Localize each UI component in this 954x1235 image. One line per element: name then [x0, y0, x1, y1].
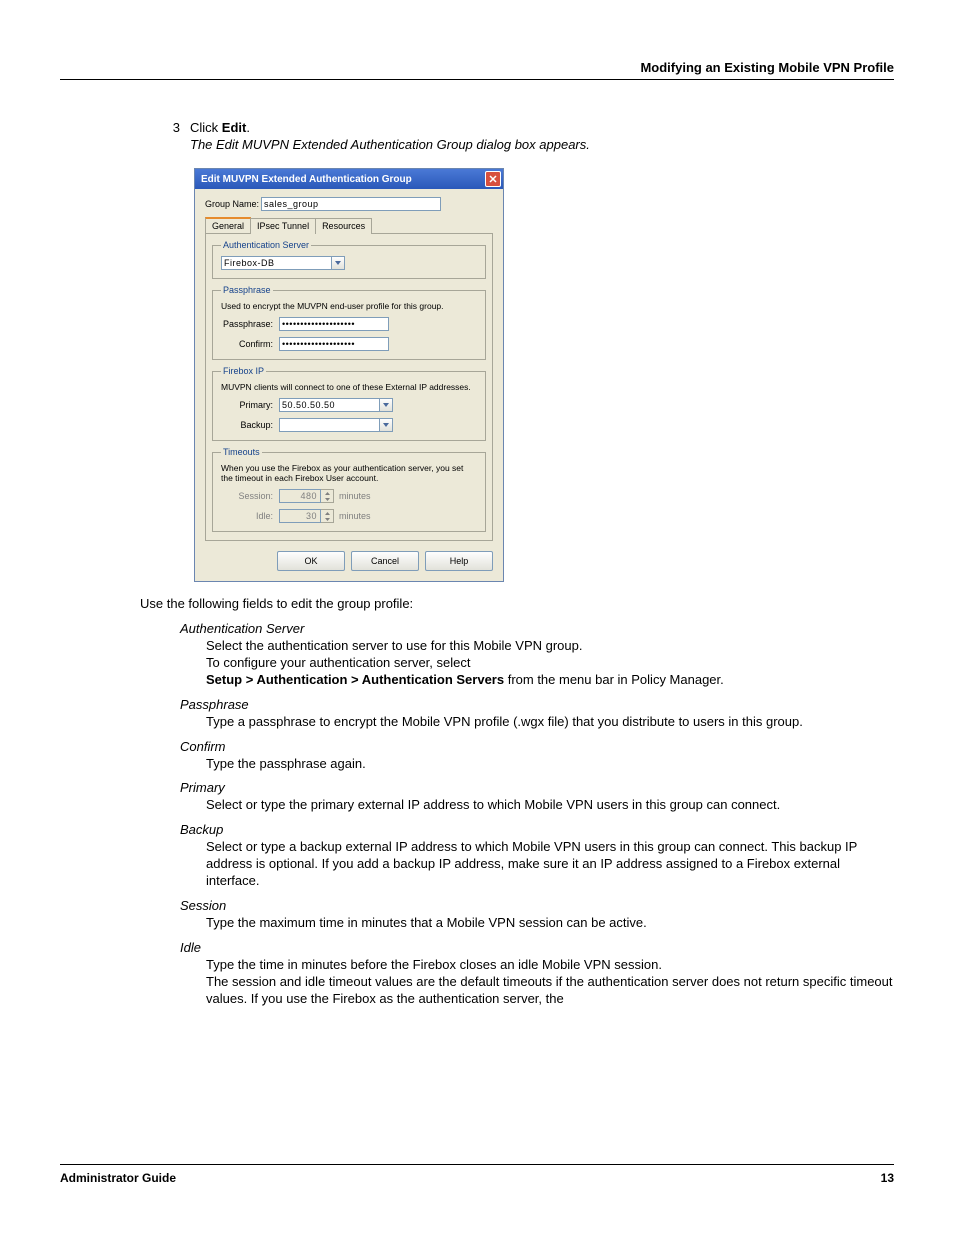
step-block: 3 Click Edit. The Edit MUVPN Extended Au…	[160, 120, 894, 152]
idle-line1: Type the time in minutes before the Fire…	[206, 957, 894, 974]
idle-label: Idle:	[221, 511, 279, 521]
body-auth-server: Select the authentication server to use …	[206, 638, 894, 689]
confirm-label: Confirm:	[221, 339, 279, 349]
cancel-button[interactable]: Cancel	[351, 551, 419, 571]
confirm-input[interactable]: ••••••••••••••••••••	[279, 337, 389, 351]
auth-server-value[interactable]: Firebox-DB	[221, 256, 331, 270]
footer-rule	[60, 1164, 894, 1165]
tab-resources[interactable]: Resources	[315, 218, 372, 234]
chevron-down-icon	[321, 496, 333, 502]
page-footer: Administrator Guide 13	[60, 1164, 894, 1185]
spinner-buttons	[321, 509, 334, 523]
session-unit: minutes	[339, 491, 371, 501]
footer-guide: Administrator Guide	[60, 1171, 176, 1185]
auth-line2: To configure your authentication server,…	[206, 655, 894, 672]
step-number: 3	[160, 120, 180, 135]
step-bold: Edit	[222, 120, 247, 135]
term-primary: Primary	[180, 780, 894, 795]
chevron-down-icon[interactable]	[379, 398, 393, 412]
session-spinner: 480	[279, 489, 334, 503]
group-name-input[interactable]: sales_group	[261, 197, 441, 211]
ok-button[interactable]: OK	[277, 551, 345, 571]
group-name-label: Group Name:	[205, 199, 261, 209]
spinner-buttons	[321, 489, 334, 503]
term-backup: Backup	[180, 822, 894, 837]
term-confirm: Confirm	[180, 739, 894, 754]
group-timeouts: Timeouts When you use the Firebox as you…	[212, 447, 486, 532]
idle-line2: The session and idle timeout values are …	[206, 974, 894, 1008]
tab-ipsec-tunnel[interactable]: IPsec Tunnel	[250, 218, 316, 234]
legend-auth-server: Authentication Server	[221, 240, 311, 250]
dialog-title: Edit MUVPN Extended Authentication Group	[201, 174, 412, 185]
step-text: Click Edit.	[190, 120, 894, 135]
tab-general[interactable]: General	[205, 217, 251, 233]
titlebar[interactable]: Edit MUVPN Extended Authentication Group	[195, 169, 503, 189]
primary-input[interactable]: 50.50.50.50	[279, 398, 379, 412]
chevron-down-icon[interactable]	[379, 418, 393, 432]
group-passphrase: Passphrase Used to encrypt the MUVPN end…	[212, 285, 486, 360]
legend-timeouts: Timeouts	[221, 447, 262, 457]
firebox-ip-hint: MUVPN clients will connect to one of the…	[221, 382, 477, 392]
backup-input[interactable]	[279, 418, 379, 432]
idle-value: 30	[279, 509, 321, 523]
footer-page-number: 13	[881, 1171, 894, 1185]
tab-panel-general: Authentication Server Firebox-DB Passphr…	[205, 234, 493, 541]
dialog-button-row: OK Cancel Help	[205, 551, 493, 571]
chevron-down-icon	[321, 516, 333, 522]
intro-text: Use the following fields to edit the gro…	[140, 596, 894, 611]
term-passphrase: Passphrase	[180, 697, 894, 712]
close-icon[interactable]	[485, 171, 501, 187]
passphrase-input[interactable]: ••••••••••••••••••••	[279, 317, 389, 331]
idle-unit: minutes	[339, 511, 371, 521]
passphrase-hint: Used to encrypt the MUVPN end-user profi…	[221, 301, 477, 311]
body-backup: Select or type a backup external IP addr…	[206, 839, 894, 890]
body-idle: Type the time in minutes before the Fire…	[206, 957, 894, 1008]
term-idle: Idle	[180, 940, 894, 955]
dialog: Edit MUVPN Extended Authentication Group…	[194, 168, 504, 582]
step-prefix: Click	[190, 120, 222, 135]
passphrase-label: Passphrase:	[221, 319, 279, 329]
auth-line3-bold: Setup > Authentication > Authentication …	[206, 672, 504, 687]
session-value: 480	[279, 489, 321, 503]
backup-label: Backup:	[221, 420, 279, 430]
timeouts-hint: When you use the Firebox as your authent…	[221, 463, 477, 483]
step-caption: The Edit MUVPN Extended Authentication G…	[190, 137, 894, 152]
primary-combo[interactable]: 50.50.50.50	[279, 398, 393, 412]
body-session: Type the maximum time in minutes that a …	[206, 915, 894, 932]
primary-label: Primary:	[221, 400, 279, 410]
session-label: Session:	[221, 491, 279, 501]
idle-spinner: 30	[279, 509, 334, 523]
body-confirm: Type the passphrase again.	[206, 756, 894, 773]
tab-strip: General IPsec Tunnel Resources	[205, 217, 493, 234]
body-primary: Select or type the primary external IP a…	[206, 797, 894, 814]
term-session: Session	[180, 898, 894, 913]
chevron-down-icon[interactable]	[331, 256, 345, 270]
definition-list: Authentication Server Select the authent…	[180, 621, 894, 1008]
header-rule	[60, 79, 894, 80]
body-passphrase: Type a passphrase to encrypt the Mobile …	[206, 714, 894, 731]
group-firebox-ip: Firebox IP MUVPN clients will connect to…	[212, 366, 486, 441]
auth-server-combo[interactable]: Firebox-DB	[221, 256, 345, 270]
backup-combo[interactable]	[279, 418, 393, 432]
dialog-wrap: Edit MUVPN Extended Authentication Group…	[194, 168, 894, 582]
auth-line1: Select the authentication server to use …	[206, 638, 894, 655]
section-header: Modifying an Existing Mobile VPN Profile	[60, 60, 894, 75]
group-auth-server: Authentication Server Firebox-DB	[212, 240, 486, 279]
step-suffix: .	[246, 120, 250, 135]
auth-line3-tail: from the menu bar in Policy Manager.	[504, 672, 724, 687]
legend-firebox-ip: Firebox IP	[221, 366, 266, 376]
help-button[interactable]: Help	[425, 551, 493, 571]
term-auth-server: Authentication Server	[180, 621, 894, 636]
legend-passphrase: Passphrase	[221, 285, 273, 295]
